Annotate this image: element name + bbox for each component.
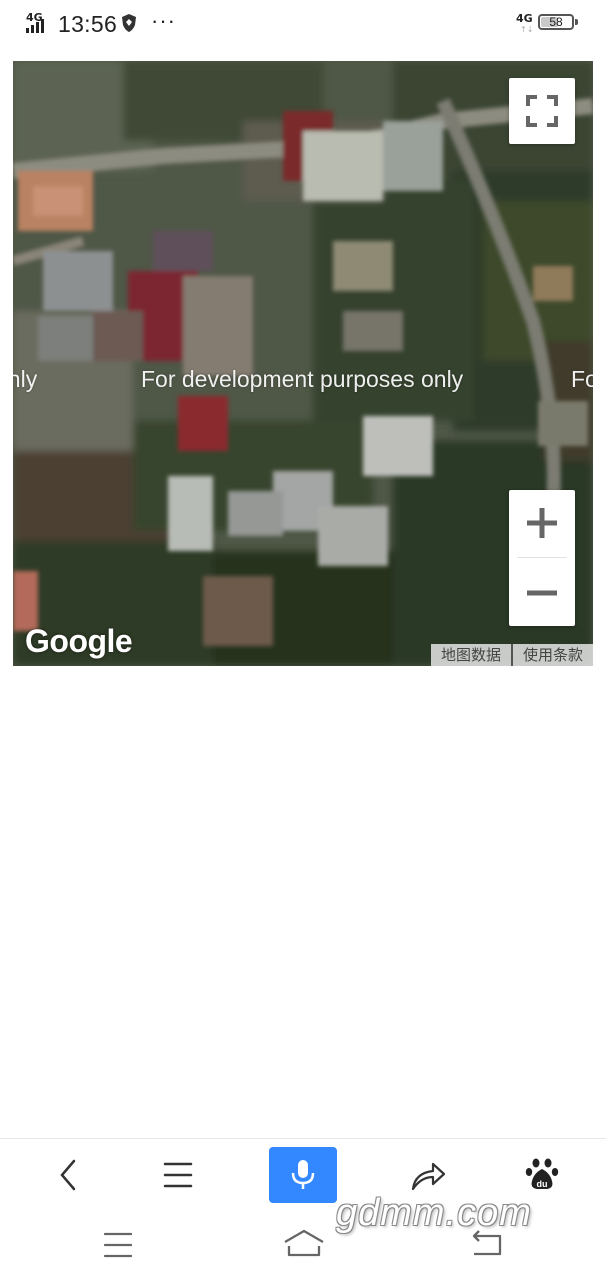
zoom-control: [509, 490, 575, 626]
battery-level: 58: [549, 15, 563, 29]
home-icon: [284, 1229, 324, 1257]
google-logo: Google: [25, 623, 133, 659]
zoom-divider: [517, 557, 567, 558]
cellular-signal-icon: 4G: [25, 11, 53, 36]
network-type-label-right: 4G: [516, 12, 533, 25]
microphone-icon: [291, 1160, 315, 1189]
screen: 4G 13:56 ··· 4G ↑↓ 58 nly For developmen…: [0, 0, 606, 1280]
voice-search-button[interactable]: [269, 1147, 337, 1203]
fullscreen-button[interactable]: [509, 78, 575, 144]
battery-icon: 58: [538, 14, 574, 30]
system-home-button[interactable]: [276, 1212, 332, 1280]
map-attribution: 地图数据 使用条款: [430, 644, 593, 666]
system-menu-button[interactable]: [90, 1212, 146, 1280]
more-notifications-icon: ···: [151, 8, 176, 33]
map-watermark: For development purposes only: [141, 366, 464, 392]
map-watermark-fragment-right: Fo: [571, 366, 593, 392]
menu-icon: [163, 1162, 193, 1188]
zoom-in-button[interactable]: [509, 490, 575, 556]
map-view[interactable]: only For development purposes only Fo Go…: [13, 61, 593, 666]
back-button[interactable]: [40, 1139, 96, 1211]
baidu-du-label: du: [537, 1179, 548, 1189]
chevron-left-icon: [60, 1159, 76, 1191]
zoom-out-button[interactable]: [509, 560, 575, 626]
minus-icon: [527, 590, 557, 596]
terms-of-use-link[interactable]: 使用条款: [513, 644, 593, 666]
status-bar: 4G 13:56 ··· 4G ↑↓ 58: [0, 0, 606, 50]
map-watermark-fragment-left: only: [13, 366, 38, 392]
site-watermark: gdmm.com: [336, 1192, 532, 1234]
shield-app-icon: [120, 13, 138, 38]
menu-button[interactable]: [150, 1139, 206, 1211]
menu-icon: [103, 1232, 133, 1258]
data-activity-icon: ↑↓: [520, 25, 534, 34]
fullscreen-icon: [526, 95, 558, 127]
satellite-imagery[interactable]: [13, 61, 593, 666]
battery-cap: [575, 19, 578, 25]
plus-icon: [527, 508, 557, 538]
map-data-link[interactable]: 地图数据: [431, 644, 511, 666]
clock: 13:56: [58, 11, 118, 37]
